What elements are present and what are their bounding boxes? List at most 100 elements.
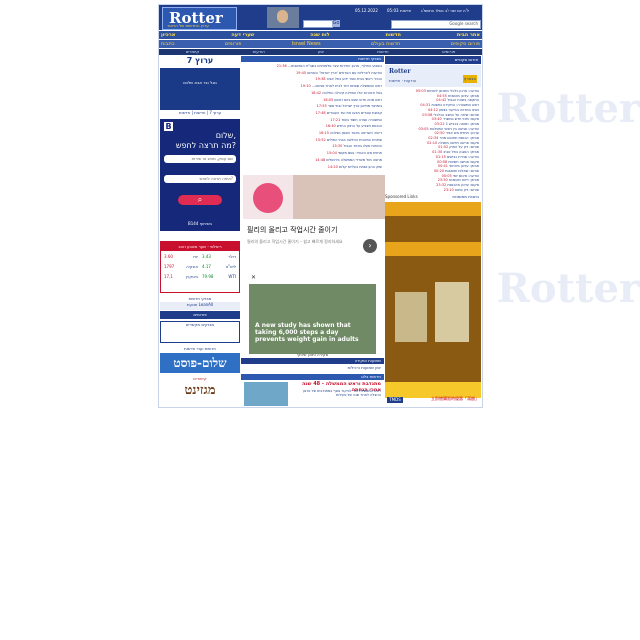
header-date: 05.12.2022	[355, 8, 378, 13]
scoop-time: 23:10	[443, 187, 454, 192]
news-item[interactable]: קבוצת עובדים תבעו את ועד העובדים 17:48	[243, 111, 382, 116]
header-search-input[interactable]	[303, 20, 333, 28]
market-name: ליש"ט	[225, 264, 236, 269]
scoop-text: מבזק: הפגנה בתל אביב	[443, 150, 479, 155]
news-item[interactable]: הכנסת תצביע על החוק החדש 16:40	[243, 124, 382, 129]
scoop-text: הודעה: סגירת כבישים	[446, 154, 479, 159]
scoop-time: 00:41	[437, 164, 449, 169]
scoop-text: הודעה: ארגון כלכלי מתכונן לשיחות	[426, 89, 479, 93]
nav-item[interactable]: חדשות	[377, 49, 388, 55]
scoop-text: הודעה: סיכום יומי	[452, 173, 479, 178]
nav-item[interactable]: הודעות	[253, 49, 265, 55]
news-time: 21:36	[276, 64, 287, 68]
nav-item[interactable]: פורומים	[225, 40, 242, 48]
nav-item[interactable]: Israel News	[292, 40, 321, 48]
nav-item[interactable]: לוח שנה	[310, 31, 329, 39]
join-button[interactable]: הצטרף	[463, 75, 477, 83]
news-item[interactable]: ראש הממשלה שפתח חזר לבית לאחר פגישה... 1…	[243, 84, 382, 89]
market-row[interactable]: 3.60 יורו	[164, 254, 198, 259]
site-logo[interactable]: Rotter ערוץ החדשות של הרוטר	[162, 7, 237, 30]
market-row[interactable]: 3.43 דולר	[202, 254, 236, 259]
shalom-post-banner[interactable]: שלום-פוסט	[160, 353, 240, 373]
market-name: דולר	[228, 254, 236, 259]
banner-caption: קישורים	[160, 376, 240, 381]
news-item[interactable]: הנכיר ראשי בבית ספר ידוע בתל אביב 19:38	[243, 77, 382, 82]
scoop-time: 02:50	[434, 131, 445, 136]
news-text: קבוצת עובדים תבעו את ועד העובדים	[326, 110, 382, 115]
news-time: 17:21	[330, 117, 341, 122]
left-link[interactable]: מבזקים מקשרים	[160, 321, 240, 343]
nav-item[interactable]: שערי דעה	[231, 31, 254, 39]
arutz-sheva-widget[interactable]: ערוץ 7 גוגל נגד אבא שלכם ערוץ 7 | חדשות …	[160, 56, 240, 116]
magazine-banner[interactable]: מגזינט	[160, 382, 240, 400]
nav-item[interactable]: חדשות	[386, 31, 401, 39]
ad-title[interactable]: 필리의 올리고 작업시간 줄이기	[247, 225, 337, 235]
ad-description: 필리의 올리고 작업시간 줄이기 – 쉽고 빠르게 정리하세요	[247, 239, 343, 244]
arutz-links[interactable]: ערוץ 7 | חדשות | חדשות	[160, 110, 240, 116]
news-item[interactable]: המשטרה עצרה חשוד בשוד 17:21	[243, 118, 382, 123]
scoops-logo[interactable]: Rotter	[389, 68, 411, 75]
scoop-text: סקופ: פרשה חדשה מתגלה	[438, 140, 479, 145]
google-search-input[interactable]: Google search	[391, 20, 481, 29]
news-item[interactable]: בשבוע החולף, ארגון החירות עצר פלסטינים ב…	[243, 64, 382, 69]
rumors-link[interactable]: יומן שמועות ורכילות	[241, 365, 384, 371]
nav-item[interactable]: חדשות בעולם	[371, 40, 400, 48]
rumors-header[interactable]: שמועות וסקירה	[241, 358, 384, 364]
header-search-button[interactable]: Go	[332, 20, 340, 27]
market-value: 3.60	[164, 254, 173, 259]
location-search-input[interactable]: איפה תרצה לחפש?	[164, 175, 236, 183]
left-link[interactable]: תנועת LeanAll	[160, 302, 240, 310]
lead-news-image[interactable]	[244, 382, 288, 406]
news-item[interactable]: ראש מטה חדש יפגש ביום ראשון 18:05	[243, 98, 382, 103]
product-box	[395, 292, 427, 342]
business-search-input[interactable]: שם עסק, מותג או שירות	[164, 155, 236, 163]
sponsored-ad-caption[interactable]: TMDS 立即搶購限時優惠「滿額」	[385, 396, 481, 404]
news-item[interactable]: שוק ההון נפתח בעליות קלות 14:20	[243, 165, 382, 170]
scoop-text: התקפה בשטח הגבול	[447, 98, 479, 103]
market-row[interactable]: 4.17 ליש"ט	[202, 264, 236, 269]
nav-item[interactable]: פורומים	[442, 49, 455, 55]
news-text: בשיתוף מוזיאון ארץ ישראל ובתי ספר	[327, 104, 382, 109]
news-item[interactable]: תחזית מזג האוויר: גשם מקומי 15:04	[243, 151, 382, 156]
ad-card[interactable]: 필리의 올리고 작업시간 줄이기 필리의 올리고 작업시간 줄이기 – 쉽고 빠…	[241, 173, 385, 271]
news-item[interactable]: בצל אזהרות אלו המדינה קיבלה החלטה 18:42	[243, 91, 382, 96]
news-time: 14:20	[327, 164, 338, 169]
ad-card-2[interactable]: ✕ A new study has shown that taking 6,00…	[241, 274, 384, 354]
nav-item[interactable]: כתבות	[161, 40, 174, 48]
scoops-links[interactable]: הודעות · חדשות	[389, 78, 416, 83]
left-link[interactable]: חדשות ועוד חדשות	[160, 346, 240, 352]
scoop-item[interactable]: פורום: דיון פתוח 23:10	[387, 188, 479, 193]
scoop-text: פורום: דיון על החוק	[449, 145, 479, 150]
market-value: 4.17	[202, 264, 211, 269]
scoop-time: 04:55	[436, 93, 447, 98]
nav-item[interactable]: אתר הבית	[457, 31, 480, 39]
sponsored-ad-image[interactable]	[385, 202, 481, 398]
left-link[interactable]: פורומים	[160, 311, 240, 319]
market-row[interactable]: 1797 אונקיה	[164, 264, 198, 269]
market-name: יורו	[192, 254, 198, 259]
chevron-right-icon[interactable]: ›	[363, 239, 377, 253]
brand-logo-icon	[253, 183, 283, 213]
nav-item[interactable]: קישורים	[186, 49, 199, 55]
news-time: 19:10	[300, 84, 311, 89]
scoop-time: 04:12	[427, 107, 439, 112]
nav-item[interactable]: יומן	[318, 49, 324, 55]
market-row[interactable]: 17,1 ביטקוין	[164, 274, 198, 279]
market-row[interactable]: 79.98 WTI	[202, 274, 236, 279]
news-item[interactable]: הודעות ליברליות עם הפרחים 'ארץ ישראל' הפ…	[243, 71, 382, 76]
arutz-text[interactable]: גוגל נגד אבא שלכם	[166, 80, 234, 85]
scoop-text: מבזק: עדכון ביטחוני	[449, 164, 479, 169]
scoop-time: 03:05	[418, 126, 429, 131]
scoop-text: מבזק: הכנסת תתכנס מחר	[439, 136, 480, 140]
news-item[interactable]: הכוחות פעלו באזור הגבול 15:30	[243, 144, 382, 149]
news-item[interactable]: פתיחת התוכנית החדשה בבתי החולים 15:52	[243, 138, 382, 143]
close-icon[interactable]: ✕	[251, 274, 256, 281]
news-item[interactable]: מחאה מול משרדי הממשלה בירושלים 14:48	[243, 158, 382, 163]
news-item[interactable]: בשיתוף מוזיאון ארץ ישראל ובתי ספר 17:55	[243, 104, 382, 109]
left-link[interactable]: מבזקי חדשות	[160, 296, 240, 301]
b144-search-button[interactable]: ⌕	[178, 195, 222, 205]
arutz-title: ערוץ 7	[160, 56, 240, 68]
news-item[interactable]: דיווח: השריפה באזור הצפון נשלטה 16:15	[243, 131, 382, 136]
nav-item[interactable]: פורום סקופים	[451, 40, 480, 48]
nav-item[interactable]: ארכיון	[161, 31, 175, 39]
